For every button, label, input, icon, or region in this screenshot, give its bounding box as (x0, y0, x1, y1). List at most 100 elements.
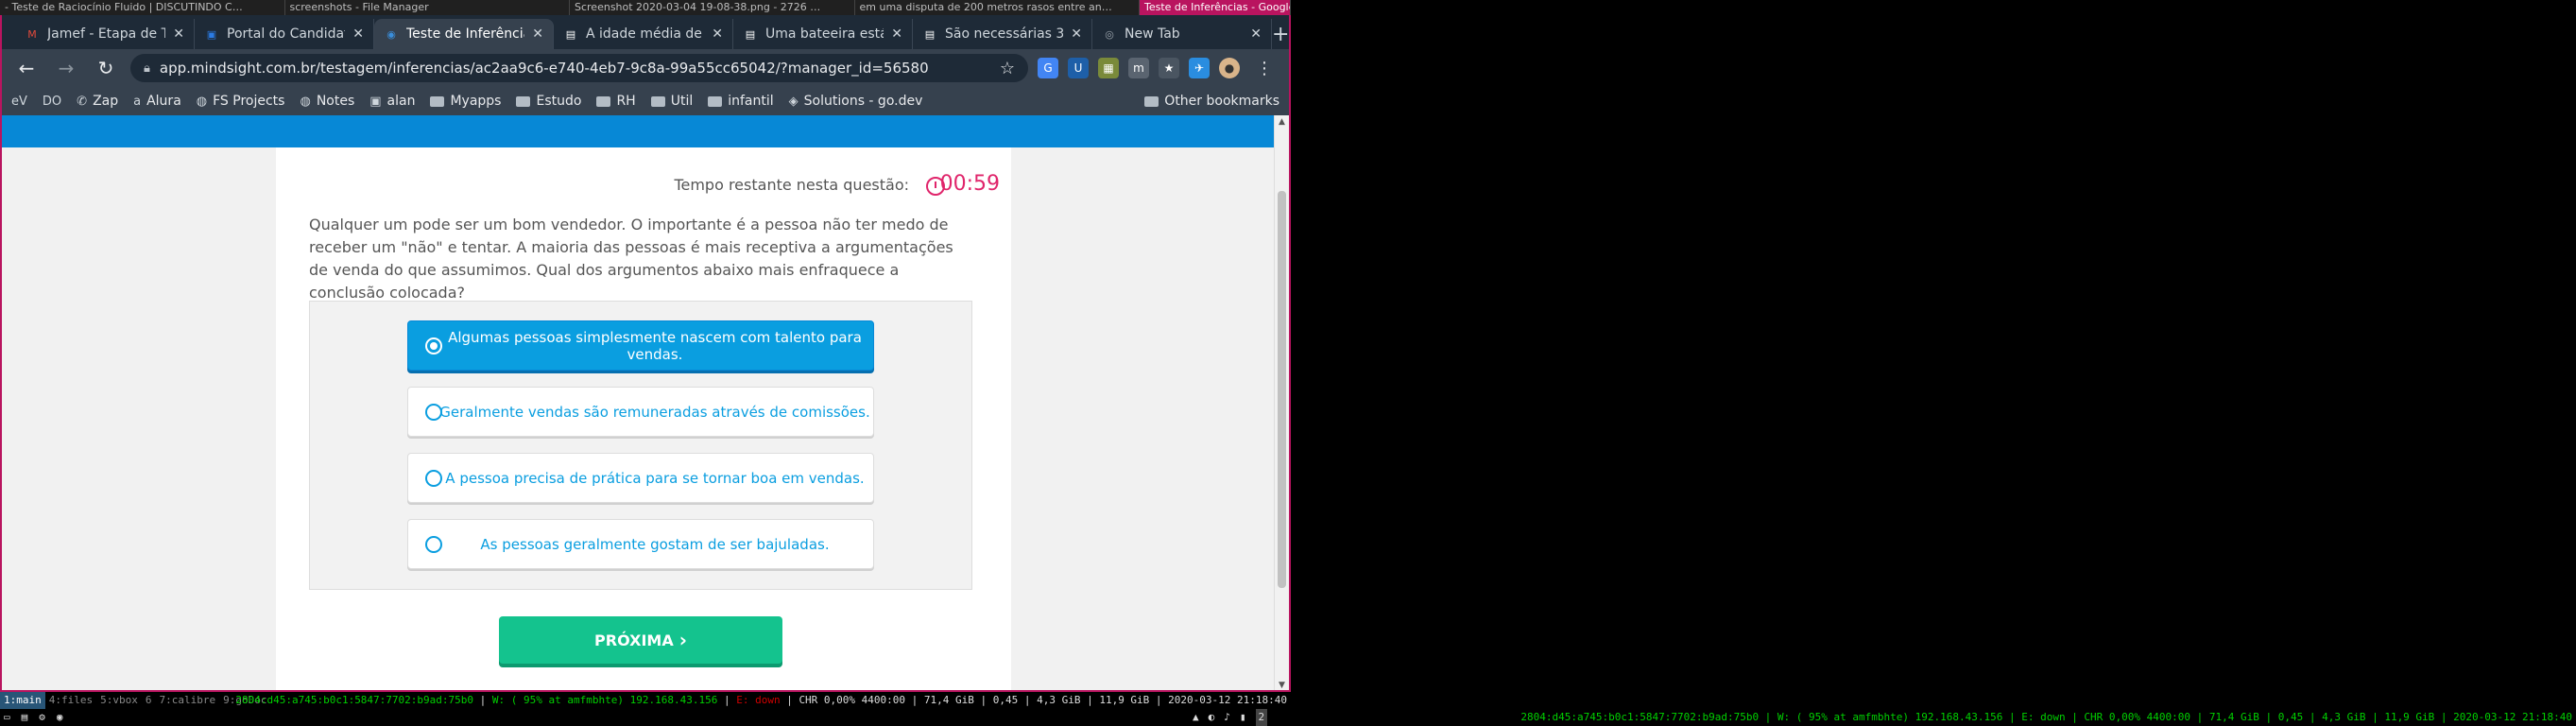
window-title-3[interactable]: em uma disputa de 200 metros rasos entre… (855, 0, 1140, 15)
profile-avatar[interactable]: ● (1219, 58, 1240, 78)
tab-5[interactable]: ▤ São necessárias 3,2 ✕ (913, 19, 1092, 49)
colorful-extension-icon[interactable]: ▦ (1098, 58, 1119, 78)
other-bookmarks[interactable]: Other bookmarks (1144, 94, 1279, 109)
answer-option-label: As pessoas geralmente gostam de ser baju… (480, 535, 830, 553)
tab-3[interactable]: ▤ A idade média de R ✕ (554, 19, 733, 49)
volume-icon[interactable]: ♪ (1224, 709, 1230, 726)
answer-option-1[interactable]: Algumas pessoas simplesmente nascem com … (407, 320, 874, 371)
tab-2[interactable]: ◉ Teste de Inferências ✕ (374, 19, 554, 49)
tab-1[interactable]: ▣ Portal do Candidato ✕ (195, 19, 374, 49)
close-icon[interactable]: ✕ (1071, 26, 1082, 42)
answer-option-4[interactable]: As pessoas geralmente gostam de ser baju… (407, 519, 874, 569)
m-extension-icon[interactable]: m (1128, 58, 1149, 78)
answer-option-3[interactable]: A pessoa precisa de prática para se torn… (407, 453, 874, 503)
close-icon[interactable]: ✕ (891, 26, 902, 42)
scroll-up-icon[interactable]: ▲ (1279, 117, 1285, 127)
chrome-menu-button[interactable]: ⋮ (1249, 53, 1279, 83)
ethernet-status: E: down (736, 694, 781, 706)
workspace-indicator[interactable]: 2 (1255, 709, 1268, 726)
alura-icon: a (133, 94, 142, 109)
chrome-window: M Jamef - Etapa de Te ✕ ▣ Portal do Candidat… (0, 15, 1291, 692)
close-icon[interactable]: ✕ (712, 26, 723, 42)
bookmark-12[interactable]: ◈ Solutions - go.dev (789, 94, 923, 109)
bookmark-3[interactable]: a Alura (133, 94, 181, 109)
new-tab-button[interactable]: + (1272, 19, 1289, 49)
bookmark-label: infantil (728, 94, 774, 109)
files-icon[interactable]: ▤ (22, 709, 28, 726)
bookmark-4[interactable]: ◍ FS Projects (197, 94, 285, 109)
url-text: app.mindsight.com.br/testagem/inferencia… (159, 60, 929, 77)
window-title-4[interactable]: Teste de Inferências - Google Chrome (1140, 0, 1291, 15)
workspace-1[interactable]: 4:files (45, 692, 96, 709)
workspace-4[interactable]: 7:calibre (155, 692, 219, 709)
bookmark-label: Alura (146, 94, 181, 109)
bookmark-8[interactable]: Estudo (516, 94, 581, 109)
radio-button[interactable] (425, 337, 442, 354)
chevron-right-icon: › (678, 629, 687, 651)
portal-icon: ▣ (206, 27, 217, 41)
tab-label: A idade média de R (586, 26, 705, 42)
close-icon[interactable]: ✕ (532, 26, 543, 42)
secondary-status: 2804:d45:a745:b0c1:5847:7702:b9ad:75b0 |… (1520, 711, 2572, 723)
folder-icon (1144, 95, 1159, 107)
ublock-extension-icon[interactable]: U (1068, 58, 1089, 78)
scroll-down-icon[interactable]: ▼ (1279, 681, 1285, 690)
close-icon[interactable]: ✕ (352, 26, 364, 42)
workspace-0[interactable]: 1:main (0, 692, 45, 709)
bookmark-7[interactable]: Myapps (430, 94, 501, 109)
workspace-3[interactable]: 6 (142, 692, 156, 709)
chrome-icon: ◎ (1105, 27, 1114, 41)
bookmark-2[interactable]: ✆ Zap (77, 94, 118, 109)
other-bookmarks-label: Other bookmarks (1164, 94, 1279, 109)
bird-extension-icon[interactable]: ✈ (1189, 58, 1210, 78)
settings-icon[interactable]: ⚙ (39, 709, 45, 726)
next-button[interactable]: PRÓXIMA › (499, 616, 782, 664)
tab-6[interactable]: ◎ New Tab ✕ (1092, 19, 1272, 49)
bookmark-10[interactable]: Util (650, 94, 693, 109)
window-manager-title-bar: - Teste de Raciocínio Fluido | DISCUTIND… (0, 0, 1291, 15)
tab-label: São necessárias 3,2 (945, 26, 1063, 42)
radio-button[interactable] (425, 404, 442, 421)
terminal-icon[interactable]: ▭ (4, 709, 10, 726)
gmail-icon: M (27, 27, 37, 41)
globe-icon: ◍ (300, 94, 311, 109)
window-title-1[interactable]: screenshots - File Manager (285, 0, 570, 15)
close-icon[interactable]: ✕ (173, 26, 184, 42)
bookmark-0[interactable]: eV (11, 95, 27, 109)
tab-4[interactable]: ▤ Uma bateeira está ✕ (733, 19, 913, 49)
window-title-2[interactable]: Screenshot 2020-03-04 19-08-38.png - 272… (570, 0, 855, 15)
bookmark-label: Notes (316, 94, 355, 109)
google-extension-icon[interactable]: G (1038, 58, 1058, 78)
bookmark-11[interactable]: infantil (708, 94, 774, 109)
back-button[interactable]: ← (11, 53, 42, 83)
answer-option-label: A pessoa precisa de prática para se torn… (445, 469, 865, 487)
page-scrollbar[interactable]: ▲ ▼ (1274, 115, 1289, 690)
radio-button[interactable] (425, 470, 442, 487)
folder-icon (430, 95, 445, 107)
answer-option-2[interactable]: Geralmente vendas são remuneradas atravé… (407, 387, 874, 437)
star-extension-icon[interactable]: ★ (1159, 58, 1179, 78)
bookmark-1[interactable]: DO (43, 95, 61, 109)
page-content: Tempo restante nesta questão: 00:59 Qual… (2, 115, 1274, 690)
bookmark-6[interactable]: ▣ alan (369, 94, 415, 109)
scrollbar-thumb[interactable] (1278, 191, 1286, 588)
tab-label: New Tab (1125, 26, 1180, 42)
bookmark-9[interactable]: RH (596, 94, 636, 109)
window-title-0[interactable]: - Teste de Raciocínio Fluido | DISCUTIND… (0, 0, 285, 15)
network-icon[interactable]: ◐ (1209, 709, 1215, 726)
tab-0[interactable]: M Jamef - Etapa de Te ✕ (15, 19, 195, 49)
next-label: PRÓXIMA (594, 631, 674, 649)
chrome-launcher-icon[interactable]: ◉ (57, 709, 63, 726)
battery-icon[interactable]: ▮ (1240, 709, 1246, 726)
close-icon[interactable]: ✕ (1250, 26, 1262, 42)
ev-bookmark-icon: eV (11, 94, 27, 109)
reload-button[interactable]: ↻ (91, 53, 121, 83)
notification-icon[interactable]: ▲ (1193, 709, 1199, 726)
bookmark-star-icon[interactable]: ☆ (1000, 59, 1015, 78)
browser-toolbar: ← → ↻ 🔒︎ app.mindsight.com.br/testagem/i… (2, 49, 1289, 87)
forward-button[interactable]: → (51, 53, 81, 83)
address-bar[interactable]: 🔒︎ app.mindsight.com.br/testagem/inferen… (130, 54, 1028, 82)
workspace-2[interactable]: 5:vbox (96, 692, 142, 709)
radio-button[interactable] (425, 536, 442, 553)
bookmark-5[interactable]: ◍ Notes (300, 94, 354, 109)
